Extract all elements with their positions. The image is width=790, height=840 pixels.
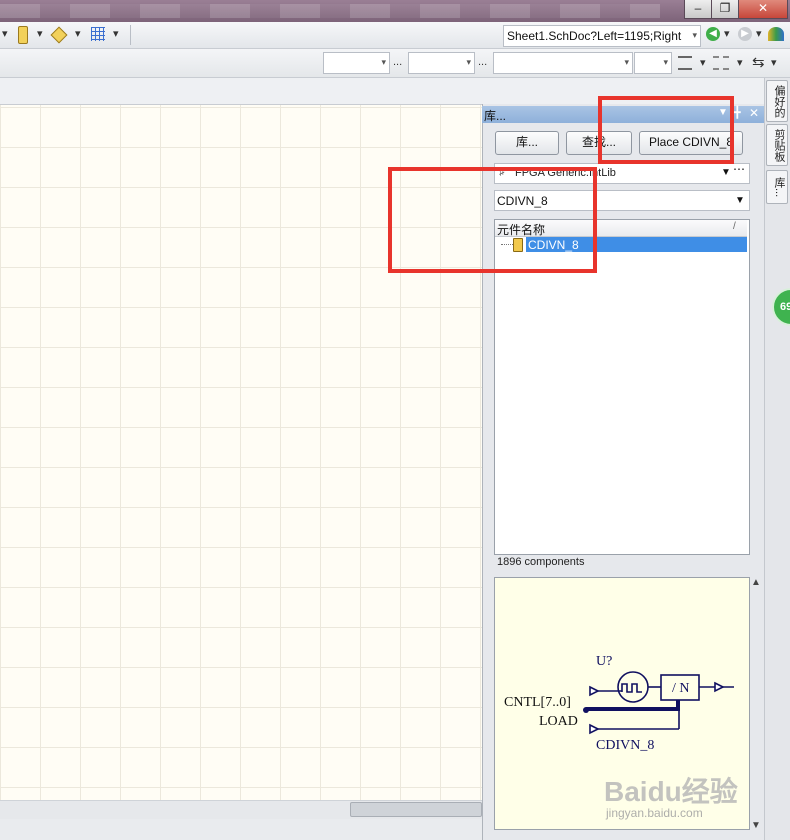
ellipsis-icon[interactable]: ... [478, 56, 487, 68]
dropdown-arrow-icon[interactable]: ▾ [700, 56, 706, 69]
tab-favorites[interactable]: 偏好的 [766, 80, 788, 122]
pin-load-text: LOAD [539, 714, 578, 729]
dropdown-arrow-icon[interactable]: ▾ [737, 56, 743, 69]
pin-cntl-text: CNTL[7..0] [504, 695, 571, 710]
dropdown-arrow-icon: ▾ [663, 57, 668, 67]
component-count: 1896 components [497, 556, 585, 568]
pin-icon[interactable]: ╋ [734, 106, 741, 119]
grid-icon[interactable] [91, 27, 105, 41]
restore-button[interactable]: ❐ [711, 0, 739, 19]
pulse-waveform [621, 683, 642, 693]
title-text-blurred [0, 4, 660, 18]
address-bar[interactable]: Sheet1.SchDoc?Left=1195;Right ▾ [503, 25, 701, 47]
size-combo[interactable]: ▾ [408, 52, 475, 74]
dropdown-arrow-icon: ▾ [624, 57, 629, 67]
scrollbar-thumb[interactable] [350, 802, 482, 817]
watermark-url: jingyan.baidu.com [606, 806, 703, 820]
tab-libraries[interactable]: 库... [766, 170, 788, 204]
dropdown-arrow-icon: ▾ [692, 30, 697, 40]
dash-style-icon[interactable] [713, 56, 729, 70]
toolbar-separator [130, 25, 131, 45]
close-icon[interactable]: ✕ [749, 106, 759, 120]
dropdown-arrow-icon[interactable]: ▾ [756, 27, 762, 40]
width-combo[interactable]: ▾ [634, 52, 672, 74]
sort-indicator: / [733, 221, 736, 232]
designator-text: U? [596, 654, 612, 669]
panel-title: 库... [484, 109, 507, 123]
arrow-style-icon[interactable]: ⇆ [752, 53, 765, 71]
libraries-button[interactable]: 库... [495, 131, 559, 155]
window-title-bar [0, 0, 790, 22]
dropdown-arrow-icon: ▾ [466, 57, 471, 67]
scroll-down-icon[interactable]: ▼ [751, 820, 761, 831]
watermark-logo: Baidu经验 [604, 776, 738, 807]
style-combo[interactable]: ▾ [493, 52, 633, 74]
block-label-text: / N [672, 681, 690, 696]
ellipsis-icon[interactable]: ... [393, 56, 402, 68]
dropdown-arrow-icon[interactable]: ▾ [113, 27, 119, 40]
dropdown-arrow-icon: ▼ [721, 167, 731, 178]
dropdown-arrow-icon[interactable]: ▾ [37, 27, 43, 40]
dropdown-arrow-icon[interactable]: ▾ [75, 27, 81, 40]
dropdown-arrow-icon: ▼ [735, 195, 745, 206]
forward-icon[interactable]: ▶ [738, 27, 752, 41]
highlight-box-component [388, 167, 597, 273]
dropdown-arrow-icon: ▾ [381, 57, 386, 67]
font-combo[interactable]: ▾ [323, 52, 390, 74]
component-tool-icon[interactable] [18, 26, 28, 44]
highlight-box-place-button [598, 96, 734, 164]
line-style-icon[interactable] [678, 56, 692, 70]
more-options-icon[interactable]: ⋯ [733, 162, 745, 176]
dropdown-arrow-icon[interactable]: ▾ [724, 27, 730, 40]
close-window-button[interactable]: ✕ [738, 0, 788, 19]
dropdown-arrow-icon[interactable]: ▾ [771, 56, 777, 69]
home-icon[interactable] [768, 27, 784, 41]
tab-clipboard[interactable]: 剪贴板 [766, 124, 788, 166]
minimize-button[interactable]: – [684, 0, 712, 19]
scroll-up-icon[interactable]: ▲ [751, 577, 761, 588]
dropdown-arrow-icon[interactable]: ▾ [2, 27, 8, 40]
address-text: Sheet1.SchDoc?Left=1195;Right [507, 29, 682, 43]
back-icon[interactable]: ◀ [706, 27, 720, 41]
component-name-text: CDIVN_8 [596, 738, 654, 753]
